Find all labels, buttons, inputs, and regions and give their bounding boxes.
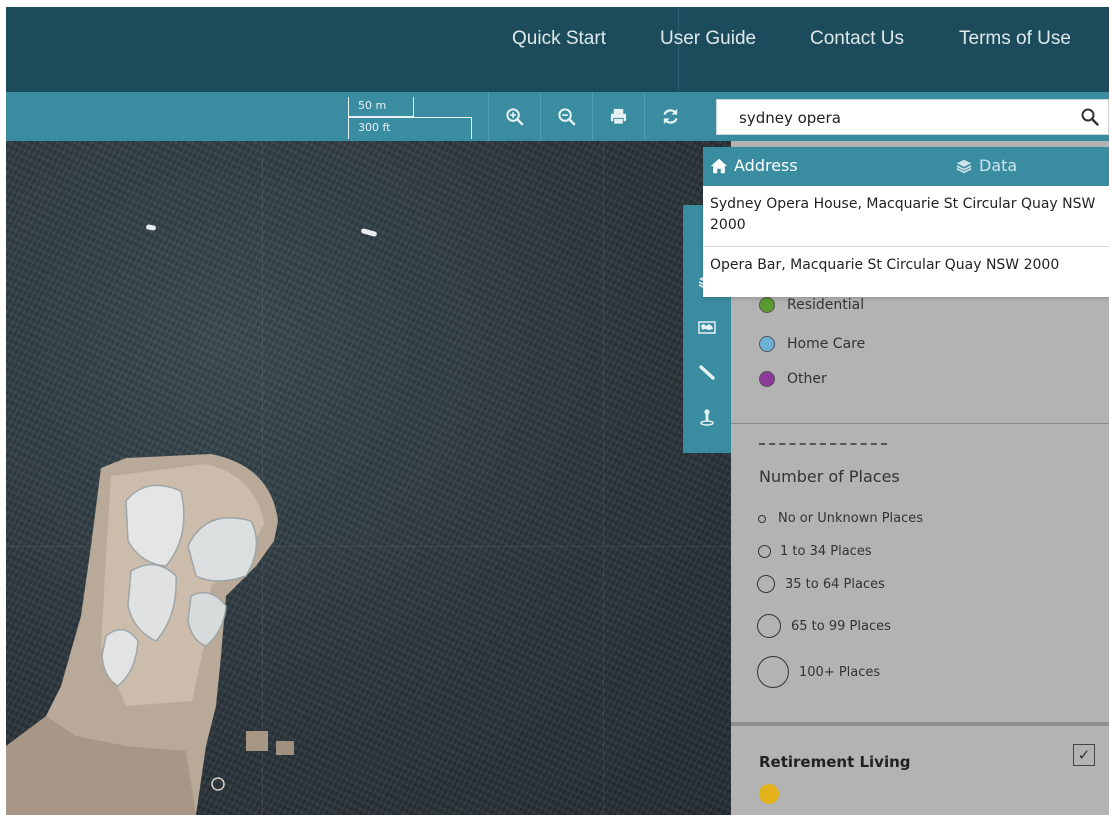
checkmark-icon: ✓ [1077,747,1091,764]
location-pin-icon [700,409,714,426]
place-size-circle [757,614,781,638]
place-size-label: 100+ Places [799,664,881,680]
place-size-circle [757,575,775,593]
basemap-icon [698,321,716,334]
search-result-item[interactable]: Opera Bar, Macquarie St Circular Quay NS… [703,255,1109,276]
layers-icon [956,159,972,173]
top-nav: Quick Start User Guide Contact Us Terms … [6,7,1109,92]
print-icon [610,108,627,125]
legend-dot-home-care [759,336,775,352]
place-size-label: 35 to 64 Places [785,576,885,592]
boat [360,228,378,237]
legend-divider [731,423,1109,424]
place-size-circle [757,656,789,688]
place-size-label: 1 to 34 Places [780,544,872,559]
zoom-out-button[interactable] [540,92,592,141]
place-size-circle [758,545,771,558]
place-size-circle [758,514,766,523]
scale-imperial-label: 300 ft [358,121,391,134]
legend-label: Other [787,371,827,387]
satellite-map[interactable] [6,141,731,815]
search-results-tabs: Address Data [703,147,1109,186]
refresh-button[interactable] [644,92,696,141]
zoom-in-button[interactable] [488,92,540,141]
retirement-living-checkbox[interactable]: ✓ [1073,744,1095,766]
tab-data[interactable]: Data [955,156,1017,175]
nav-terms-of-use[interactable]: Terms of Use [959,28,1071,50]
dashed-line [759,443,887,445]
map-toolbar: 50 m 300 ft [6,92,1109,141]
result-divider [703,246,1109,247]
nav-user-guide[interactable]: User Guide [660,28,756,50]
retirement-living-title: Retirement Living [759,753,911,771]
measure-button[interactable] [683,351,731,393]
basemap-button[interactable] [683,306,731,348]
legend-item-other: Other [759,371,827,387]
print-button[interactable] [592,92,644,141]
refresh-icon [663,108,678,125]
legend-section-divider [731,722,1109,726]
tab-data-label: Data [979,156,1018,175]
place-size-label: No or Unknown Places [778,511,924,526]
search-result-item[interactable]: Sydney Opera House, Macquarie St Circula… [703,194,1109,236]
search-box [716,99,1109,135]
legend-item-residential: Residential [759,297,864,313]
search-results-dropdown: Address Data Sydney Opera House, Macquar… [703,147,1109,297]
nav-contact-us[interactable]: Contact Us [810,28,904,50]
location-button[interactable] [683,396,731,438]
home-icon [710,158,728,173]
boat [145,224,157,231]
search-icon[interactable] [1080,107,1100,127]
search-input[interactable] [739,106,1069,130]
tab-address[interactable]: Address [710,156,798,175]
place-size-row: 100+ Places [757,656,880,688]
retirement-living-dot [759,784,779,804]
measure-icon [699,365,715,380]
map-gridline [603,141,604,815]
places-title: Number of Places [759,467,900,486]
scale-metric-label: 50 m [358,99,387,112]
nav-quick-start[interactable]: Quick Start [512,28,606,50]
tab-address-label: Address [734,156,798,175]
place-size-row: 65 to 99 Places [757,614,891,638]
zoom-in-icon [506,108,524,126]
legend-label: Home Care [787,336,866,352]
place-size-row: 1 to 34 Places [758,544,872,559]
scale-bar: 50 m 300 ft [348,95,474,139]
place-size-label: 65 to 99 Places [791,618,891,634]
legend-dot-residential [759,297,775,313]
zoom-out-icon [558,108,576,126]
legend-dot-other [759,371,775,387]
legend-label: Residential [787,297,865,313]
legend-item-home-care: Home Care [759,336,865,352]
opera-house-image [6,454,294,815]
place-size-row: 35 to 64 Places [757,575,885,593]
place-size-row: No or Unknown Places [758,511,923,526]
